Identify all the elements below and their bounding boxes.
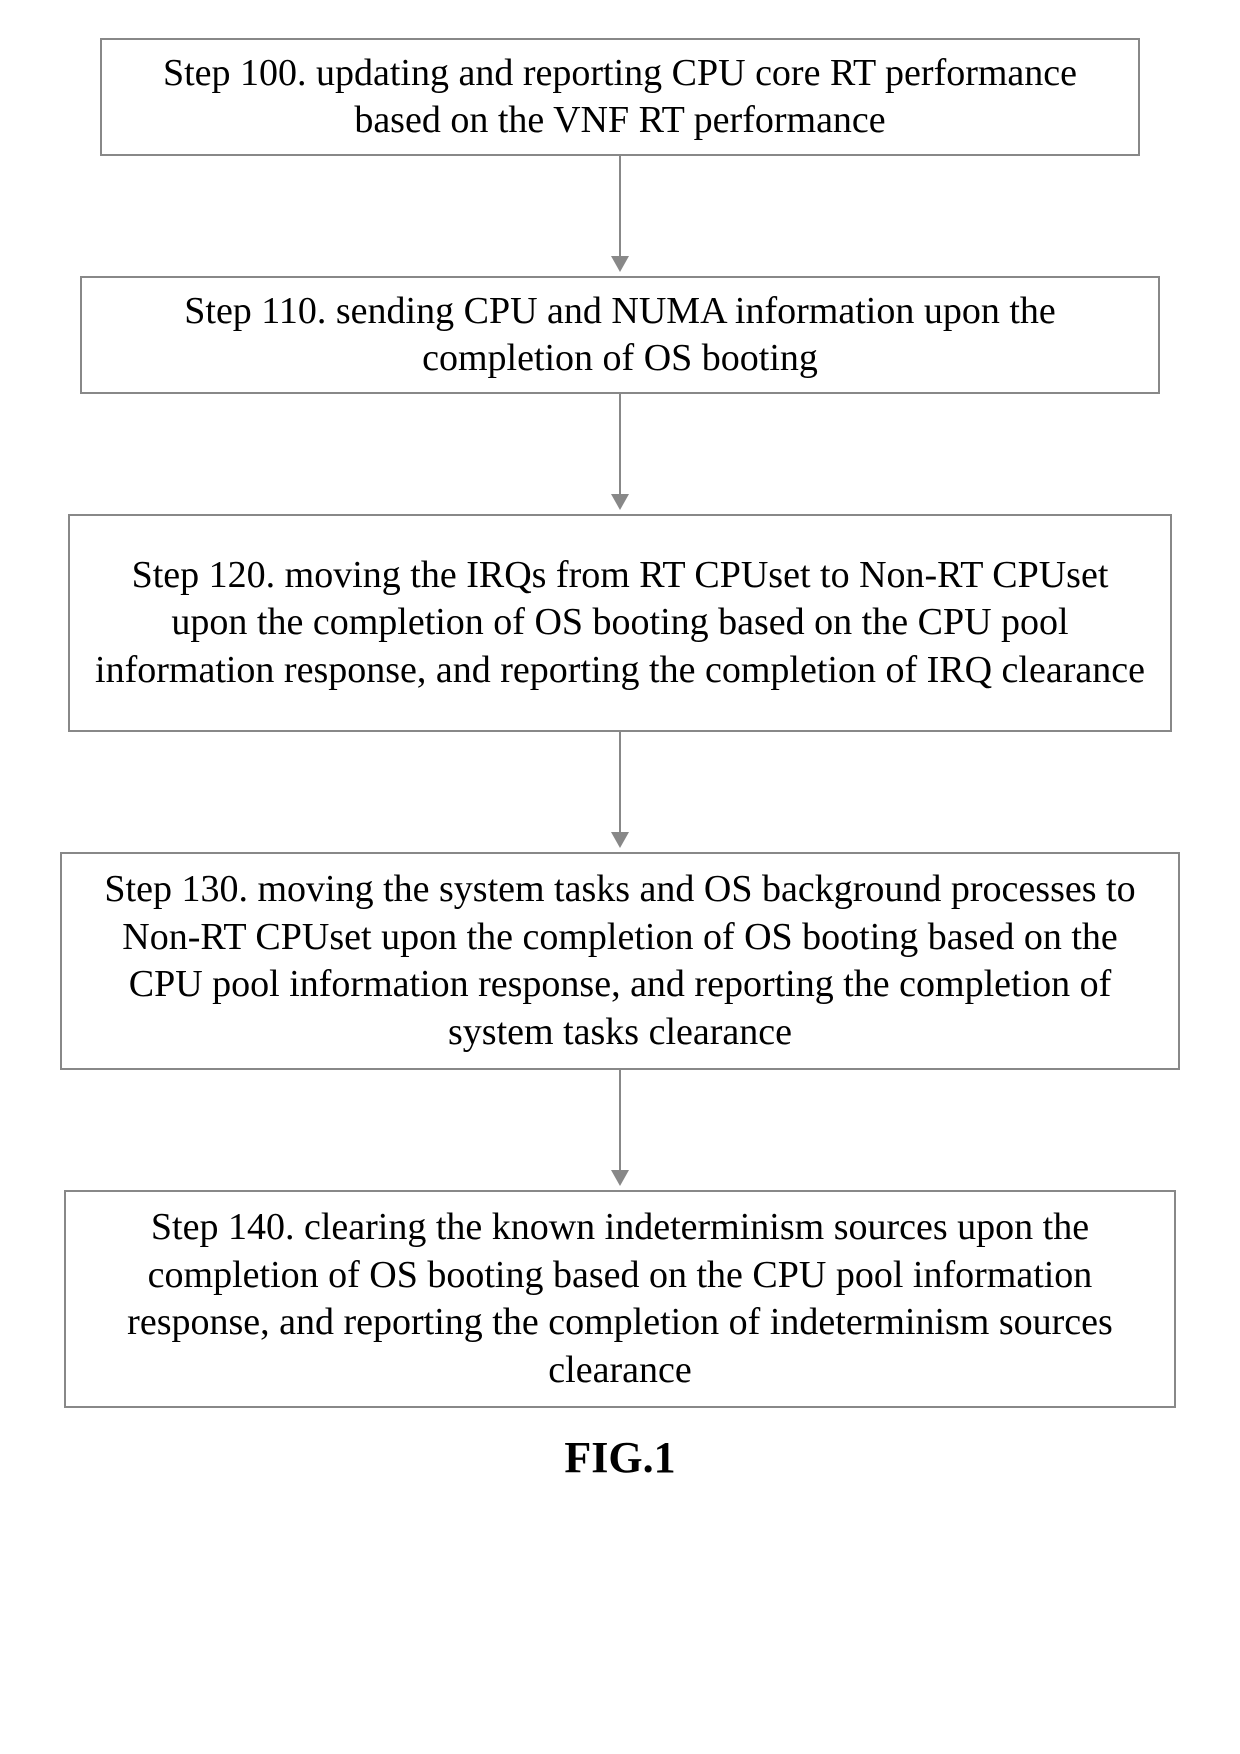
figure-caption-text: FIG.1 <box>564 1433 675 1482</box>
flowchart-canvas: Step 100. updating and reporting CPU cor… <box>0 0 1240 1754</box>
flow-arrow-line <box>619 394 621 494</box>
flow-step-130: Step 130. moving the system tasks and OS… <box>60 852 1180 1070</box>
flow-step-140: Step 140. clearing the known indetermini… <box>64 1190 1176 1408</box>
flow-arrow-line <box>619 732 621 832</box>
flow-arrow-line <box>619 156 621 256</box>
flow-step-100: Step 100. updating and reporting CPU cor… <box>100 38 1140 156</box>
flow-arrow-head-icon <box>611 1170 629 1186</box>
flow-arrow-line <box>619 1070 621 1170</box>
flow-step-130-text: Step 130. moving the system tasks and OS… <box>86 866 1154 1056</box>
flow-step-120-text: Step 120. moving the IRQs from RT CPUset… <box>94 552 1146 695</box>
flow-arrow-head-icon <box>611 256 629 272</box>
flow-arrow-head-icon <box>611 832 629 848</box>
flow-step-120: Step 120. moving the IRQs from RT CPUset… <box>68 514 1172 732</box>
flow-step-110: Step 110. sending CPU and NUMA informati… <box>80 276 1160 394</box>
figure-caption: FIG.1 <box>0 1432 1240 1483</box>
flow-step-110-text: Step 110. sending CPU and NUMA informati… <box>106 288 1134 383</box>
flow-step-100-text: Step 100. updating and reporting CPU cor… <box>126 50 1114 145</box>
flow-step-140-text: Step 140. clearing the known indetermini… <box>90 1204 1150 1394</box>
flow-arrow-head-icon <box>611 494 629 510</box>
